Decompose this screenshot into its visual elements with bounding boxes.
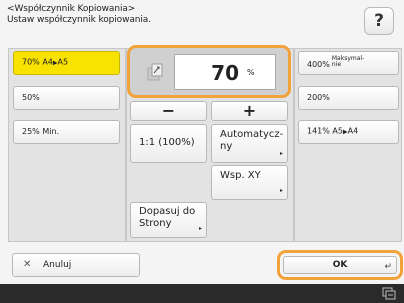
- ratio-100-button[interactable]: 1:1 (100%): [130, 124, 207, 163]
- fit-to-page-button[interactable]: Dopasuj do Strony ▸: [130, 202, 207, 238]
- right-presets-panel: [294, 48, 402, 242]
- ok-label: OK: [332, 260, 348, 270]
- submenu-arrow-icon: ▸: [279, 150, 283, 157]
- minus-icon: −: [161, 101, 176, 120]
- help-button[interactable]: ?: [364, 7, 394, 35]
- preset-70-button[interactable]: 70% A4▶A5: [13, 51, 120, 75]
- title-line-1: <Współczynnik Kopiowania>: [7, 4, 136, 14]
- preset-50-label: 50%: [22, 93, 40, 102]
- preset-50-button[interactable]: 50%: [13, 86, 120, 110]
- increase-button[interactable]: +: [211, 101, 288, 121]
- preset-200-label: 200%: [307, 93, 330, 102]
- plus-icon: +: [242, 101, 257, 120]
- submenu-arrow-icon: ▸: [198, 225, 202, 232]
- decrease-button[interactable]: −: [130, 101, 207, 121]
- auto-ratio-button[interactable]: Automatycz-ny ▸: [211, 124, 288, 163]
- xy-ratio-label: Wsp. XY: [220, 170, 261, 181]
- preset-70-label: 70% A4: [22, 57, 53, 67]
- close-icon: ✕: [23, 259, 32, 270]
- ok-highlight: OK ↵: [277, 250, 403, 280]
- ratio-display: 70 %: [127, 45, 291, 98]
- cancel-button[interactable]: ✕ Anuluj: [12, 253, 140, 277]
- preset-25-button[interactable]: 25% Min.: [13, 120, 120, 144]
- xy-ratio-button[interactable]: Wsp. XY ▸: [211, 165, 288, 200]
- preset-141-button[interactable]: 141% A5▶A4: [298, 120, 399, 144]
- ratio-value-field[interactable]: 70 %: [174, 54, 276, 90]
- fit-to-page-label: Dopasuj do Strony: [139, 206, 196, 229]
- zoom-icon: [147, 63, 163, 81]
- network-status-icon: [382, 287, 396, 300]
- help-icon: ?: [374, 11, 384, 31]
- preset-141-label: 141% A5: [307, 126, 343, 136]
- ratio-100-label: 1:1 (100%): [139, 137, 195, 148]
- auto-ratio-label: Automatycz-ny: [220, 129, 284, 152]
- ok-button[interactable]: OK ↵: [283, 256, 397, 274]
- ratio-value: 70: [211, 61, 239, 85]
- ratio-unit: %: [247, 68, 255, 77]
- preset-70-suffix: A5: [57, 57, 69, 67]
- left-presets-panel: [8, 48, 126, 242]
- preset-400-suffix: Maksymal-nie: [331, 55, 365, 68]
- submenu-arrow-icon: ▸: [279, 187, 283, 194]
- cancel-label: Anuluj: [43, 260, 72, 270]
- status-bar: [0, 284, 404, 303]
- enter-icon: ↵: [384, 262, 392, 272]
- preset-400-label: 400%: [307, 60, 330, 69]
- title-line-2: Ustaw współczynnik kopiowania.: [7, 15, 151, 25]
- preset-25-label: 25% Min.: [22, 127, 60, 136]
- preset-200-button[interactable]: 200%: [298, 86, 399, 110]
- preset-400-button[interactable]: 400%Maksymal-nie: [298, 51, 399, 75]
- preset-141-suffix: A4: [347, 126, 359, 136]
- screen-title: <Współczynnik Kopiowania> Ustaw współczy…: [7, 4, 151, 26]
